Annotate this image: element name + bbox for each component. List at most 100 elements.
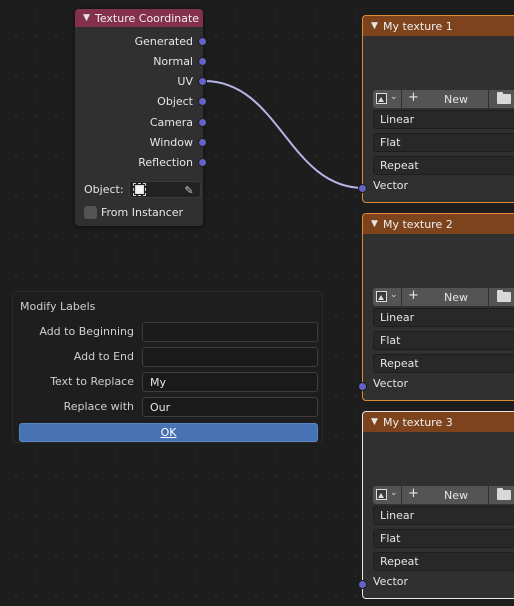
uv-to-vector-link	[203, 80, 365, 189]
vector-input-label: Vector	[373, 179, 409, 192]
object-field[interactable]: ✎	[128, 181, 201, 198]
chevron-down-icon[interactable]: ▼	[371, 417, 383, 427]
field-label: Add to End	[73, 350, 134, 363]
image-texture-node-3[interactable]: ▼ My texture 3 ⌄ + New Linear Flat Repea…	[358, 411, 514, 599]
output-label: Reflection	[138, 155, 193, 169]
image-texture-header[interactable]: ▼ My texture 1	[363, 16, 514, 36]
output-label: Object	[157, 94, 193, 108]
replace-with-row: Replace with	[13, 397, 324, 417]
new-label: New	[444, 489, 468, 502]
extension-dropdown[interactable]: Repeat	[373, 156, 514, 175]
folder-icon	[497, 92, 511, 104]
from-instancer-label: From Instancer	[101, 206, 184, 219]
output-label: Camera	[149, 115, 193, 129]
chevron-down-icon: ⌄	[390, 290, 398, 300]
image-browse-button[interactable]: ⌄	[373, 90, 401, 108]
output-socket[interactable]	[198, 77, 207, 86]
image-texture-header[interactable]: ▼ My texture 2	[363, 214, 514, 234]
image-texture-node-1[interactable]: ▼ My texture 1 ⌄ + New Linear Flat Repea…	[358, 15, 514, 203]
new-image-button[interactable]: + New	[402, 90, 488, 108]
new-label: New	[444, 93, 468, 106]
plus-icon: +	[408, 486, 419, 501]
output-reflection: Reflection	[75, 152, 207, 172]
from-instancer-checkbox[interactable]	[84, 206, 97, 219]
ok-button[interactable]: OK	[19, 423, 318, 442]
image-browse-button[interactable]: ⌄	[373, 288, 401, 306]
replace-with-input[interactable]	[142, 397, 318, 417]
output-socket[interactable]	[198, 37, 207, 46]
from-instancer-row[interactable]: From Instancer	[84, 206, 183, 219]
vector-input-label: Vector	[373, 575, 409, 588]
open-image-button[interactable]	[489, 486, 514, 504]
image-texture-node-2[interactable]: ▼ My texture 2 ⌄ + New Linear Flat Repea…	[358, 213, 514, 401]
image-toolbar: ⌄ + New	[373, 90, 514, 108]
eyedropper-icon[interactable]: ✎	[184, 184, 193, 197]
extension-dropdown[interactable]: Repeat	[373, 552, 514, 571]
image-toolbar: ⌄ + New	[373, 288, 514, 306]
text-to-replace-row: Text to Replace	[13, 372, 324, 392]
output-socket[interactable]	[198, 158, 207, 167]
folder-icon	[497, 290, 511, 302]
add-to-end-row: Add to End	[13, 347, 324, 367]
chevron-down-icon: ⌄	[390, 488, 398, 498]
object-label: Object:	[84, 183, 124, 196]
output-socket[interactable]	[198, 138, 207, 147]
add-to-beginning-input[interactable]	[142, 322, 318, 342]
interpolation-dropdown[interactable]: Linear	[373, 308, 514, 327]
field-label: Add to Beginning	[39, 325, 134, 338]
new-image-button[interactable]: + New	[402, 486, 488, 504]
panel-title: Modify Labels	[20, 300, 96, 313]
output-window: Window	[75, 132, 207, 152]
add-to-end-input[interactable]	[142, 347, 318, 367]
output-socket[interactable]	[198, 57, 207, 66]
output-generated: Generated	[75, 31, 207, 51]
node-title: Texture Coordinate	[95, 11, 200, 25]
output-socket[interactable]	[198, 97, 207, 106]
vector-input-socket[interactable]	[358, 382, 367, 391]
open-image-button[interactable]	[489, 288, 514, 306]
projection-dropdown[interactable]: Flat	[373, 133, 514, 152]
interpolation-dropdown[interactable]: Linear	[373, 110, 514, 129]
vector-input-socket[interactable]	[358, 580, 367, 589]
node-title: My texture 3	[383, 415, 453, 429]
chevron-down-icon[interactable]: ▼	[371, 219, 383, 229]
node-title: My texture 1	[383, 19, 453, 33]
folder-icon	[497, 488, 511, 500]
image-icon	[376, 93, 387, 104]
image-texture-header[interactable]: ▼ My texture 3	[363, 412, 514, 432]
output-normal: Normal	[75, 51, 207, 71]
new-label: New	[444, 291, 468, 304]
output-camera: Camera	[75, 112, 207, 132]
open-image-button[interactable]	[489, 90, 514, 108]
chevron-down-icon[interactable]: ▼	[83, 13, 95, 23]
projection-dropdown[interactable]: Flat	[373, 529, 514, 548]
modify-labels-panel: Modify Labels Add to Beginning Add to En…	[12, 291, 323, 443]
field-label: Text to Replace	[50, 375, 134, 388]
plus-icon: +	[408, 90, 419, 105]
object-row: Object: ✎	[84, 181, 201, 198]
vector-input-socket[interactable]	[358, 184, 367, 193]
texture-coordinate-node[interactable]: ▼ Texture Coordinate Generated Normal UV…	[75, 9, 207, 226]
output-object: Object	[75, 91, 207, 111]
output-label: Normal	[153, 54, 193, 68]
chevron-down-icon[interactable]: ▼	[371, 21, 383, 31]
image-icon	[376, 291, 387, 302]
add-to-beginning-row: Add to Beginning	[13, 322, 324, 342]
extension-dropdown[interactable]: Repeat	[373, 354, 514, 373]
node-title: My texture 2	[383, 217, 453, 231]
image-browse-button[interactable]: ⌄	[373, 486, 401, 504]
object-cube-icon	[132, 183, 146, 196]
output-label: Window	[149, 135, 193, 149]
interpolation-dropdown[interactable]: Linear	[373, 506, 514, 525]
field-label: Replace with	[63, 400, 134, 413]
projection-dropdown[interactable]: Flat	[373, 331, 514, 350]
vector-input-label: Vector	[373, 377, 409, 390]
texture-coordinate-header[interactable]: ▼ Texture Coordinate	[75, 9, 203, 27]
output-uv: UV	[75, 71, 207, 91]
image-toolbar: ⌄ + New	[373, 486, 514, 504]
text-to-replace-input[interactable]	[142, 372, 318, 392]
chevron-down-icon: ⌄	[390, 92, 398, 102]
plus-icon: +	[408, 288, 419, 303]
output-socket[interactable]	[198, 118, 207, 127]
new-image-button[interactable]: + New	[402, 288, 488, 306]
